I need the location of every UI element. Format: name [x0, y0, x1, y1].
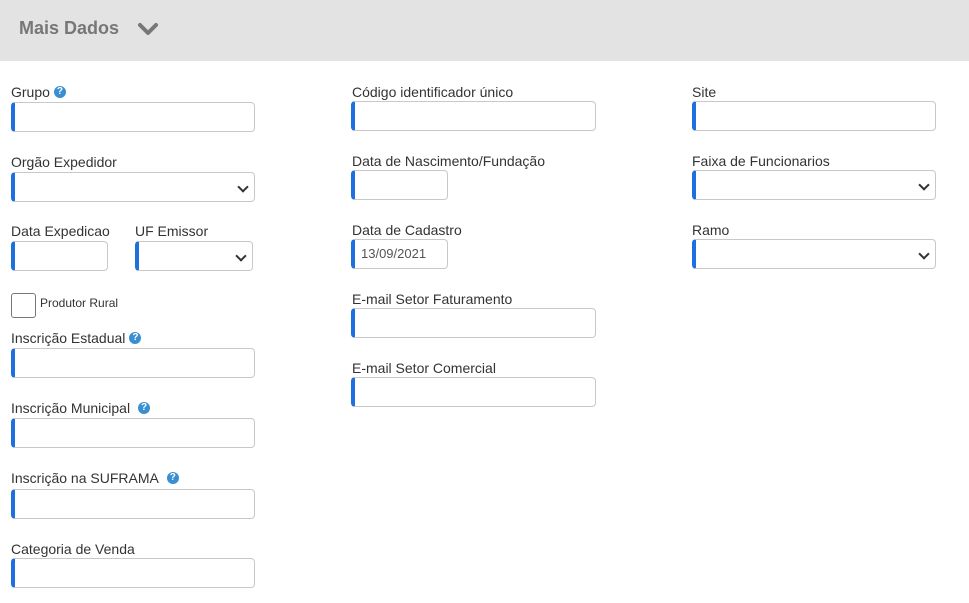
- help-icon[interactable]: ?: [166, 472, 179, 485]
- help-icon[interactable]: ?: [129, 332, 142, 345]
- inscricao-municipal-input[interactable]: [11, 418, 255, 448]
- help-icon[interactable]: ?: [138, 402, 151, 415]
- inscricao-municipal-label-text: Inscrição Municipal: [11, 400, 131, 416]
- data-nascimento-label: Data de Nascimento/Fundação: [352, 153, 545, 169]
- grupo-label-text: Grupo: [11, 84, 50, 100]
- inscricao-suframa-label: Inscrição na SUFRAMA?: [11, 470, 179, 486]
- inscricao-suframa-label-text: Inscrição na SUFRAMA: [11, 470, 159, 486]
- site-input[interactable]: [692, 101, 936, 131]
- codigo-identificador-label: Código identificador único: [352, 84, 514, 100]
- ramo-label: Ramo: [692, 222, 730, 238]
- data-cadastro-input[interactable]: 13/09/2021: [351, 239, 448, 269]
- site-label: Site: [692, 84, 717, 100]
- ramo-select[interactable]: [692, 239, 936, 269]
- data-cadastro-label: Data de Cadastro: [352, 222, 462, 238]
- uf-emissor-label: UF Emissor: [135, 223, 209, 239]
- chevron-down-icon[interactable]: [137, 20, 159, 38]
- panel-title[interactable]: Mais Dados: [19, 18, 119, 39]
- data-expedicao-label: Data Expedicao: [11, 223, 110, 239]
- produtor-rural-label: Produtor Rural: [40, 296, 119, 310]
- inscricao-estadual-label-text: Inscrição Estadual: [11, 330, 126, 346]
- faixa-funcionarios-label: Faixa de Funcionarios: [692, 153, 830, 169]
- categoria-venda-input[interactable]: [11, 558, 255, 588]
- orgao-expedidor-select[interactable]: [11, 172, 255, 202]
- inscricao-estadual-input[interactable]: [11, 348, 255, 378]
- produtor-rural-checkbox[interactable]: [11, 293, 36, 318]
- email-comercial-input[interactable]: [351, 377, 596, 407]
- inscricao-suframa-input[interactable]: [11, 489, 255, 519]
- email-faturamento-label: E-mail Setor Faturamento: [352, 291, 513, 307]
- data-expedicao-input[interactable]: [11, 241, 108, 271]
- inscricao-municipal-label: Inscrição Municipal?: [11, 400, 151, 416]
- email-faturamento-input[interactable]: [351, 308, 596, 338]
- codigo-identificador-input[interactable]: [351, 101, 596, 131]
- grupo-input[interactable]: [11, 102, 255, 132]
- categoria-venda-label: Categoria de Venda: [11, 541, 135, 557]
- email-comercial-label: E-mail Setor Comercial: [352, 360, 496, 376]
- orgao-expedidor-label: Orgão Expedidor: [11, 154, 117, 170]
- more-data-panel-header[interactable]: Mais Dados: [0, 0, 969, 61]
- help-icon[interactable]: ?: [53, 86, 66, 99]
- grupo-label: Grupo?: [11, 84, 66, 100]
- faixa-funcionarios-select[interactable]: [692, 170, 936, 200]
- data-nascimento-input[interactable]: [351, 170, 448, 200]
- inscricao-estadual-label: Inscrição Estadual?: [11, 330, 142, 346]
- uf-emissor-select[interactable]: [135, 241, 253, 271]
